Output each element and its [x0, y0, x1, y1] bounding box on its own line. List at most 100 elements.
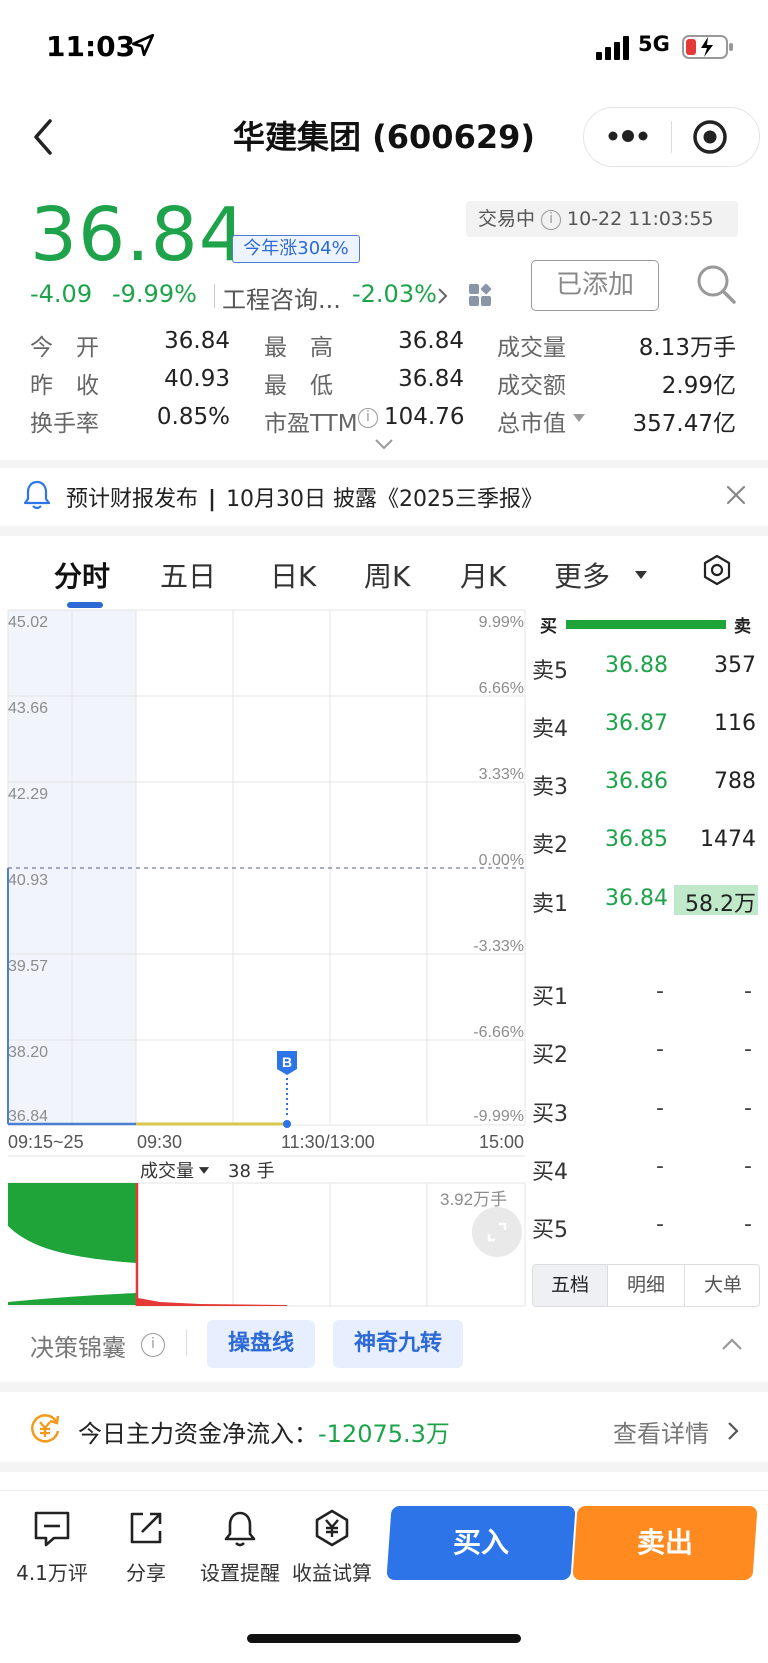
set-alert-label[interactable]: 设置提醒 [194, 1557, 286, 1586]
bid-label: 买5 [532, 1218, 568, 1243]
buy-button[interactable]: 买入 [386, 1506, 576, 1580]
trade-status-box: 交易中 i 10-22 11:03:55 [466, 201, 738, 237]
divider [186, 1330, 187, 1356]
y2-tick: 6.66% [479, 680, 524, 697]
stat-low-label: 最 低 [264, 373, 333, 399]
ask-label: 卖3 [532, 775, 568, 800]
bid-price: - [656, 1212, 664, 1237]
bell-icon[interactable] [220, 1508, 260, 1548]
expand-chevron-icon[interactable] [373, 437, 395, 451]
ask-volume: 788 [714, 769, 756, 794]
ask-label: 卖4 [532, 717, 568, 742]
price-change-pct: -9.99% [112, 280, 197, 308]
sector-name[interactable]: 工程咨询... [222, 280, 341, 315]
section-divider [0, 460, 768, 468]
close-icon[interactable] [724, 483, 748, 507]
ask-price: 36.87 [605, 711, 668, 736]
capsule-divider [671, 121, 672, 153]
y-tick: 45.02 [8, 614, 48, 631]
caret-down-icon[interactable] [198, 1166, 210, 1175]
stat-high-value: 36.84 [398, 328, 464, 354]
sell-button[interactable]: 卖出 [572, 1506, 758, 1580]
settings-icon[interactable] [701, 554, 733, 586]
tab-large-orders[interactable]: 大单 [685, 1265, 759, 1306]
share-label[interactable]: 分享 [116, 1557, 176, 1586]
stat-pe-value: 104.76 [384, 404, 465, 430]
bell-icon [23, 480, 51, 510]
stat-volume-label: 成交量 [497, 335, 566, 361]
current-price: 36.84 [30, 192, 247, 278]
bid-price: - [656, 1096, 664, 1121]
more-dots-icon[interactable] [606, 128, 650, 144]
notice-text: 预计财报发布 | 10月30日 披露《2025三季报》 [66, 481, 543, 513]
ask-label: 卖1 [532, 892, 568, 917]
ask-volume: 116 [714, 711, 756, 736]
tab-five-levels[interactable]: 五档 [533, 1265, 607, 1306]
share-icon[interactable] [126, 1508, 166, 1548]
stat-prev-close-label: 昨 收 [30, 373, 99, 399]
y2-tick: -6.66% [473, 1024, 524, 1041]
sector-change[interactable]: -2.03% [352, 280, 437, 308]
ask-price: 36.84 [605, 886, 668, 911]
info-icon[interactable]: i [358, 408, 378, 428]
tab-intraday[interactable]: 分时 [54, 555, 110, 595]
fund-flow-value: -12075.3万 [318, 1420, 450, 1448]
comment-icon[interactable] [32, 1508, 72, 1548]
profit-calc-label[interactable]: 收益试算 [286, 1557, 378, 1586]
tab-monthly-k[interactable]: 月K [460, 555, 506, 595]
x-tick: 11:30/13:00 [281, 1132, 375, 1152]
sell-label: 卖出 [636, 1526, 693, 1559]
fullscreen-icon [487, 1222, 507, 1242]
bid-head-label: 买 [540, 617, 557, 637]
y2-tick: 3.33% [479, 766, 524, 783]
x-tick: 15:00 [479, 1132, 524, 1152]
close-miniprogram-icon[interactable] [690, 117, 730, 157]
bid-label: 买2 [532, 1043, 568, 1068]
bid-volume: - [744, 1096, 752, 1121]
chevron-right-icon[interactable] [437, 286, 449, 306]
stat-high-label: 最 高 [264, 335, 333, 361]
ask-price: 36.85 [605, 827, 668, 852]
home-indicator[interactable] [247, 1634, 521, 1643]
tab-weekly-k[interactable]: 周K [364, 555, 410, 595]
search-icon[interactable] [694, 262, 738, 306]
chevron-right-icon[interactable] [726, 1420, 740, 1442]
chevron-up-icon[interactable] [720, 1336, 744, 1352]
comments-label[interactable]: 4.1万评 [14, 1557, 90, 1586]
ask-head-label: 卖 [734, 617, 751, 637]
tab-details[interactable]: 明细 [608, 1265, 684, 1306]
fullscreen-button[interactable] [472, 1207, 522, 1257]
notice-title: 预计财报发布 [66, 487, 199, 512]
buy-marker-label: B [282, 1054, 292, 1070]
ask-label: 卖2 [532, 833, 568, 858]
bid-volume: - [744, 1212, 752, 1237]
yuan-calc-icon[interactable] [312, 1508, 352, 1548]
auction-volume-area [8, 1183, 136, 1263]
caret-down-icon[interactable] [572, 413, 586, 423]
stat-pe-label: 市盈TTM [264, 411, 358, 437]
info-icon[interactable]: i [141, 1333, 165, 1357]
sell-ratio-bar [566, 620, 726, 629]
ask-price: 36.86 [605, 769, 668, 794]
location-arrow-icon [131, 33, 155, 57]
tab-five-day[interactable]: 五日 [160, 555, 216, 595]
intraday-chart[interactable]: B 45.02 43.66 42.29 40.93 39.57 38.20 36… [0, 608, 530, 1308]
volume-header[interactable]: 成交量 38 手 [140, 1157, 275, 1183]
trading-line-button[interactable]: 操盘线 [207, 1320, 315, 1368]
y-tick: 39.57 [8, 958, 48, 975]
decision-title: 决策锦囊 [30, 1334, 126, 1362]
caret-down-icon[interactable] [634, 570, 648, 580]
grid-apps-icon[interactable] [468, 283, 494, 309]
year-change-badge[interactable]: 今年涨304% [232, 235, 360, 263]
magic-nine-button[interactable]: 神奇九转 [333, 1320, 463, 1368]
added-watchlist-button[interactable]: 已添加 [531, 260, 659, 311]
info-icon[interactable]: i [541, 209, 562, 230]
bid-label: 买1 [532, 985, 568, 1010]
tab-daily-k[interactable]: 日K [270, 555, 316, 595]
volume-bars [8, 1293, 136, 1305]
volume-label[interactable]: 成交量 [140, 1161, 194, 1182]
fund-flow-details-link[interactable]: 查看详情 [613, 1414, 709, 1449]
tab-more[interactable]: 更多 [554, 555, 610, 595]
stat-mcap-label[interactable]: 总市值 [497, 404, 566, 438]
bid-volume: - [744, 979, 752, 1004]
